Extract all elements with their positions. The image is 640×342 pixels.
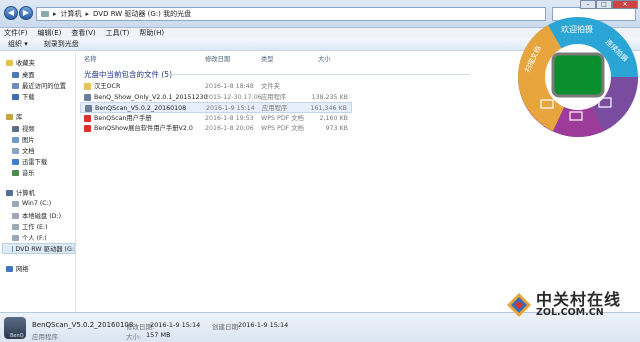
sidebar-computer[interactable]: 计算机 [6, 188, 35, 197]
file-name: 汉王OCR [94, 83, 121, 90]
watermark: 中关村在线 ZOL.COM.CN [506, 292, 621, 318]
sidebar-drive-f[interactable]: 个人 (F:) [12, 233, 47, 242]
file-name: BenQScan用户手册 [94, 114, 152, 122]
menu-view[interactable]: 查看(V) [71, 28, 95, 38]
navigation-pane: 收藏夹 桌面 最近访问的位置 下载 库 视频 图片 文档 迅雷下载 音乐 计算机… [0, 52, 76, 312]
size-value: 157 MB [146, 331, 171, 339]
folder-icon [84, 83, 91, 90]
file-date: 2016-1-8 18:48 [205, 83, 254, 90]
pictures-icon [12, 136, 19, 143]
close-button[interactable]: ✕ [612, 0, 638, 9]
sidebar-item-xunlei[interactable]: 迅雷下载 [12, 157, 47, 166]
file-size: 973 KB [325, 125, 348, 132]
column-header-date[interactable]: 修改日期 [205, 54, 230, 63]
file-size: 138,235 KB [311, 93, 349, 101]
menu-tools[interactable]: 工具(T) [106, 28, 130, 38]
file-type: WPS PDF 文档 [261, 114, 304, 122]
file-row[interactable]: BenQ_Show_Only_V2.0.1_20151230 2015-12-30… [80, 92, 352, 103]
file-row[interactable]: BenQScan用户手册 2016-1-8 19:53 WPS PDF 文档 2,16… [80, 113, 352, 124]
desktop-icon [12, 71, 19, 78]
sidebar-item-videos[interactable]: 视频 [12, 124, 35, 133]
forward-button[interactable]: ▶ [19, 6, 33, 20]
brand-label: BenQ [10, 333, 24, 339]
library-icon [6, 113, 13, 120]
sidebar-item-documents[interactable]: 文档 [12, 146, 35, 155]
file-date: 2015-12-30 17:06 [205, 93, 262, 101]
file-row[interactable]: BenQScan_V5.0.2_20160108 2016-1-9 15:14 应用… [80, 102, 352, 113]
size-label: 大小: [126, 333, 142, 341]
modified-value: 2016-1-9 15:14 [150, 321, 201, 329]
videos-icon [12, 125, 19, 132]
pdf-icon [84, 114, 91, 122]
column-header-name[interactable]: 名称 [84, 54, 97, 63]
organize-button[interactable]: 组织 ▾ [8, 38, 28, 50]
file-type: 文件夹 [261, 83, 280, 90]
group-header[interactable]: 光盘中当前包含的文件 (5) [84, 69, 172, 80]
sidebar-favorites[interactable]: 收藏夹 [6, 58, 35, 67]
app-icon [85, 105, 92, 112]
file-type: WPS PDF 文档 [261, 125, 304, 132]
capture-widget[interactable]: 欢迎拍摄 连续拍摄 扫描文档 [513, 12, 640, 142]
sidebar-item-music[interactable]: 音乐 [12, 168, 35, 177]
breadcrumb-separator: ▸ [53, 10, 57, 18]
burn-to-disc-button[interactable]: 刻录到光盘 [44, 38, 79, 50]
selected-file-type: 应用程序 [32, 333, 58, 341]
created-value: 2016-1-9 15:14 [238, 321, 289, 329]
sidebar-item-desktop[interactable]: 桌面 [12, 70, 35, 79]
maximize-button[interactable]: □ [596, 0, 612, 9]
app-icon [84, 93, 91, 101]
sidebar-drive-c[interactable]: Win7 (C:) [12, 200, 51, 207]
selected-file-name: BenQScan_V5.0.2_20160108 [32, 321, 134, 329]
breadcrumb-computer[interactable]: 计算机 [61, 9, 82, 19]
network-icon [6, 265, 13, 272]
group-divider [170, 74, 470, 75]
computer-icon [6, 189, 13, 196]
watermark-url: ZOL.COM.CN [536, 307, 604, 318]
zol-logo-icon [507, 293, 531, 317]
file-date: 2016-1-8 19:53 [205, 114, 254, 122]
widget-capture-button[interactable] [551, 52, 605, 98]
sidebar-network[interactable]: 网络 [6, 264, 29, 273]
file-type: 应用程序 [261, 93, 287, 101]
drive-icon [12, 200, 19, 207]
drive-icon [12, 212, 19, 219]
sidebar-drive-d[interactable]: 本地磁盘 (D:) [12, 211, 61, 220]
documents-icon [12, 147, 19, 154]
sidebar-libraries[interactable]: 库 [6, 112, 22, 121]
file-size: 2,160 KB [319, 114, 348, 122]
window-controls: – □ ✕ [580, 0, 638, 9]
recent-places-icon [12, 82, 19, 89]
downloads-icon [12, 93, 19, 100]
back-button[interactable]: ◀ [4, 6, 18, 20]
sidebar-drive-g[interactable]: DVD RW 驱动器 (G: [2, 243, 75, 254]
minimize-button[interactable]: – [580, 0, 596, 9]
menu-file[interactable]: 文件(F) [4, 28, 28, 38]
file-name: BenQ_Show_Only_V2.0.1_20151230 [94, 93, 208, 101]
drive-icon [41, 11, 49, 17]
sidebar-item-recent[interactable]: 最近访问的位置 [12, 81, 66, 90]
sidebar-drive-e[interactable]: 工作 (E:) [12, 222, 48, 231]
column-header-size[interactable]: 大小 [318, 54, 331, 63]
menu-edit[interactable]: 编辑(E) [38, 28, 62, 38]
created-label: 创建日期: [212, 323, 241, 331]
file-name: BenQShow展台软件用户手册V2.0 [94, 125, 193, 132]
watermark-title: 中关村在线 [536, 290, 622, 309]
column-header-type[interactable]: 类型 [261, 54, 274, 63]
pdf-icon [84, 125, 91, 132]
sidebar-item-downloads[interactable]: 下载 [12, 92, 35, 101]
music-icon [12, 169, 19, 176]
file-date: 2016-1-8 20:06 [205, 125, 254, 132]
widget-label-welcome: 欢迎拍摄 [561, 24, 593, 34]
xunlei-download-icon [12, 158, 19, 165]
breadcrumb-separator: ▸ [85, 10, 90, 18]
file-row[interactable]: BenQShow展台软件用户手册V2.0 2016-1-8 20:06 WPS PD… [80, 123, 352, 134]
address-bar[interactable]: ▸ 计算机 ▸ DVD RW 驱动器 (G:) 我的光盘 [36, 7, 546, 21]
sidebar-item-pictures[interactable]: 图片 [12, 135, 35, 144]
file-row[interactable]: 汉王OCR 2016-1-8 18:48 文件夹 [80, 81, 352, 92]
breadcrumb-disc[interactable]: DVD RW 驱动器 (G:) 我的光盘 [93, 9, 191, 19]
star-icon [6, 59, 13, 66]
drive-icon [12, 223, 19, 230]
drive-icon [12, 234, 19, 241]
menu-help[interactable]: 帮助(H) [139, 28, 164, 38]
